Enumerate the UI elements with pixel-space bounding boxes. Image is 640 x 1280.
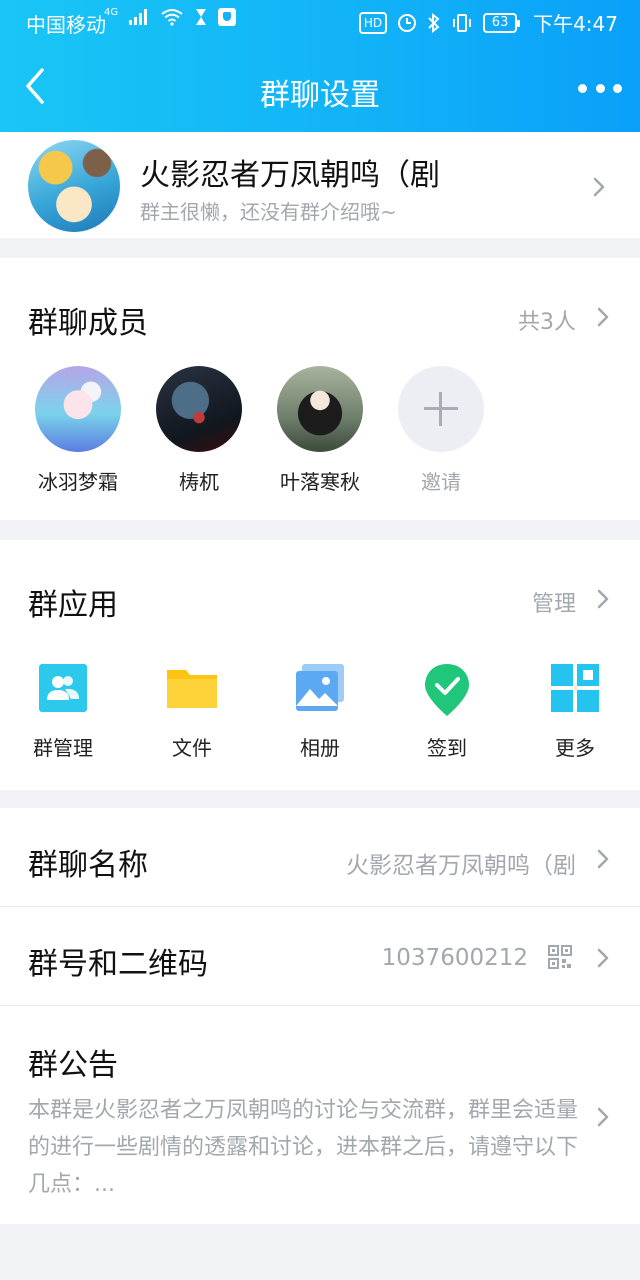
app-album[interactable]: 相册 <box>265 662 375 761</box>
group-name-value: 火影忍者万凤朝鸣（剧 <box>346 853 576 879</box>
chevron-right-icon <box>596 947 610 969</box>
shield-icon <box>218 8 237 26</box>
page-title: 群聊设置 <box>260 78 380 113</box>
more-options-button[interactable] <box>578 76 622 100</box>
bluetooth-icon <box>428 12 440 33</box>
app-group-manage[interactable]: 群管理 <box>8 662 118 761</box>
network-label: 4G <box>104 6 119 18</box>
group-profile-card[interactable]: 火影忍者万凤朝鸣（剧 群主很懒，还没有群介绍哦~ <box>0 132 640 238</box>
app-more[interactable]: 更多 <box>520 662 630 761</box>
more-apps-icon <box>547 662 603 714</box>
chevron-right-icon <box>592 176 606 198</box>
group-number-value: 1037600212 <box>381 945 528 971</box>
dot-icon <box>613 83 622 93</box>
group-name-row[interactable]: 群聊名称 火影忍者万凤朝鸣（剧 <box>0 808 640 907</box>
chevron-right-icon[interactable] <box>596 306 610 328</box>
invite-member-button[interactable]: 邀请 <box>381 366 501 495</box>
app-label: 签到 <box>427 736 467 760</box>
status-right-icons: HD 63 下午4:47 <box>358 8 618 37</box>
wifi-icon <box>161 9 183 26</box>
group-description: 群主很懒，还没有群介绍哦~ <box>140 200 397 224</box>
carrier-label: 中国移动 <box>26 13 106 37</box>
member-name: 冰羽梦霜 <box>38 470 118 494</box>
invite-label: 邀请 <box>421 470 461 494</box>
vibrate-icon <box>453 13 472 32</box>
chevron-right-icon[interactable] <box>596 588 610 610</box>
signal-icon <box>129 9 148 25</box>
app-label: 文件 <box>172 736 212 760</box>
avatar <box>277 366 363 452</box>
avatar <box>156 366 242 452</box>
group-name: 火影忍者万凤朝鸣（剧 <box>140 158 440 193</box>
header: 中国移动 4G HD 63 下午4:47 群聊设置 <box>0 0 640 132</box>
folder-icon <box>164 662 220 714</box>
group-notice-row[interactable]: 群公告 本群是火影忍者之万凤朝鸣的讨论与交流群，群里会适量的进行一些剧情的透露和… <box>0 1006 640 1224</box>
apps-title: 群应用 <box>28 588 118 623</box>
member-item[interactable]: 叶落寒秋 <box>260 366 380 495</box>
status-left-icons: 4G <box>104 7 237 26</box>
chevron-right-icon <box>596 848 610 870</box>
member-name: 梼杌 <box>179 470 219 494</box>
member-item[interactable]: 冰羽梦霜 <box>18 366 138 495</box>
group-number-row[interactable]: 群号和二维码 1037600212 <box>0 907 640 1006</box>
album-icon <box>292 662 348 714</box>
hourglass-icon <box>196 9 207 25</box>
members-title: 群聊成员 <box>28 306 148 341</box>
qr-code-icon <box>548 945 572 969</box>
group-apps-section: 群应用 管理 群管理 文件 相册 签到 更多 <box>0 540 640 790</box>
group-notice-label: 群公告 <box>28 1048 118 1083</box>
app-label: 群管理 <box>33 736 93 760</box>
group-notice-text: 本群是火影忍者之万凤朝鸣的讨论与交流群，群里会适量的进行一些剧情的透露和讨论，进… <box>28 1098 579 1197</box>
app-label: 更多 <box>555 736 595 760</box>
hd-badge: HD <box>358 11 388 34</box>
battery-indicator: 63 <box>483 12 521 33</box>
dot-icon <box>595 83 605 93</box>
member-item[interactable]: 梼杌 <box>139 366 259 495</box>
members-count[interactable]: 共3人 <box>518 304 576 336</box>
plus-icon <box>398 366 484 452</box>
group-avatar <box>28 140 120 232</box>
check-in-icon <box>419 662 475 716</box>
app-check-in[interactable]: 签到 <box>392 662 502 761</box>
status-bar: 中国移动 4G HD 63 下午4:47 <box>0 0 640 44</box>
apps-manage-link[interactable]: 管理 <box>532 586 576 618</box>
avatar <box>35 366 121 452</box>
members-section: 群聊成员 共3人 冰羽梦霜 梼杌 叶落寒秋 邀请 <box>0 258 640 520</box>
app-files[interactable]: 文件 <box>137 662 247 761</box>
app-label: 相册 <box>300 736 340 760</box>
group-name-label: 群聊名称 <box>28 848 148 883</box>
chevron-right-icon <box>596 1106 610 1128</box>
clock: 下午4:47 <box>533 12 618 36</box>
member-name: 叶落寒秋 <box>280 470 360 494</box>
group-manage-icon <box>35 662 91 714</box>
alarm-icon <box>398 13 417 32</box>
dot-icon <box>578 83 587 93</box>
group-number-label: 群号和二维码 <box>28 947 208 982</box>
